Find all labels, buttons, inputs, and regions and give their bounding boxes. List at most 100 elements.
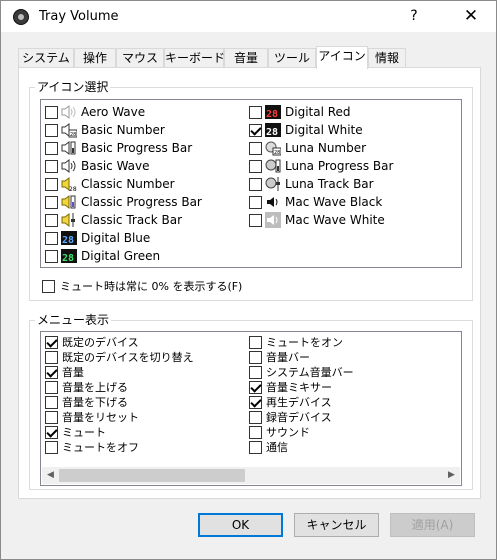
tab-keyboard[interactable]: キーボード: [164, 48, 225, 68]
icon-option-checkbox[interactable]: [45, 159, 58, 173]
menu-option-label: サウンド: [266, 426, 310, 439]
help-button[interactable]: ?: [397, 1, 431, 32]
icon-option-checkbox[interactable]: [45, 177, 58, 191]
icon-option-item[interactable]: Mac Wave Black: [249, 194, 382, 210]
icon-option-item[interactable]: 28 Classic Number: [45, 176, 175, 193]
ok-button[interactable]: OK: [198, 513, 283, 537]
icon-option-item[interactable]: Basic Progress Bar: [45, 140, 192, 156]
svg-text:28: 28: [62, 253, 74, 264]
icon-listbox[interactable]: Aero Wave 28 Basic Number Basic Progress Ba…: [40, 99, 462, 268]
menu-option-item[interactable]: 音量を下げる: [45, 394, 128, 410]
icon-option-checkbox[interactable]: [45, 231, 58, 245]
digital-white-icon: 28: [265, 122, 281, 138]
icon-option-checkbox[interactable]: [45, 249, 58, 263]
icon-option-item[interactable]: 28 Digital White: [249, 122, 363, 138]
menu-option-checkbox[interactable]: [45, 410, 58, 424]
speaker-wave-icon: [61, 158, 77, 174]
tab-icon[interactable]: アイコン: [316, 46, 368, 69]
icon-option-checkbox[interactable]: [249, 213, 262, 227]
classic-track-icon: [61, 212, 77, 228]
menu-option-checkbox[interactable]: [45, 425, 58, 439]
menu-option-item[interactable]: 録音デバイス: [249, 409, 332, 425]
icon-option-checkbox[interactable]: [249, 105, 262, 119]
apply-button[interactable]: 適用(A): [390, 513, 475, 537]
icon-option-checkbox[interactable]: [249, 159, 262, 173]
icon-option-item[interactable]: Luna Progress Bar: [249, 158, 393, 174]
mute-zero-checkbox[interactable]: [42, 279, 55, 293]
digital-red-icon: 28: [265, 104, 281, 120]
menu-option-checkbox[interactable]: [249, 335, 262, 349]
close-button[interactable]: ✕: [446, 1, 496, 32]
menu-option-item[interactable]: 音量ミキサー: [249, 379, 332, 395]
tab-tools[interactable]: ツール: [268, 48, 316, 68]
icon-option-item[interactable]: 28 Digital Red: [249, 104, 351, 120]
icon-tab-panel: アイコン選択 Aero Wave 28 Basic Number Basic Prog…: [18, 67, 481, 499]
icon-option-item[interactable]: Classic Track Bar: [45, 212, 182, 228]
scroll-left-arrow-icon[interactable]: ◀: [42, 467, 59, 484]
menu-option-checkbox[interactable]: [249, 425, 262, 439]
classic-bar-icon: [61, 194, 77, 210]
speaker-number-icon: 28: [61, 122, 78, 138]
icon-option-checkbox[interactable]: [249, 141, 262, 155]
icon-option-checkbox[interactable]: [45, 141, 58, 155]
menu-option-checkbox[interactable]: [249, 380, 262, 394]
icon-option-checkbox[interactable]: [249, 123, 262, 137]
digital-blue-icon: 28: [61, 230, 77, 246]
menu-option-checkbox[interactable]: [45, 440, 58, 454]
cancel-button[interactable]: キャンセル: [294, 513, 379, 537]
menu-option-item[interactable]: 音量: [45, 364, 84, 380]
menu-option-item[interactable]: 既定のデバイスを切り替え: [45, 349, 194, 365]
menu-option-checkbox[interactable]: [45, 350, 58, 364]
menu-listbox[interactable]: 既定のデバイス 既定のデバイスを切り替え 音量 音量を上げる 音量を下げる 音量をリセット…: [40, 331, 462, 486]
menu-option-checkbox[interactable]: [249, 365, 262, 379]
tab-system[interactable]: システム: [18, 48, 74, 68]
menu-option-checkbox[interactable]: [45, 335, 58, 349]
menu-option-checkbox[interactable]: [249, 350, 262, 364]
icon-option-checkbox[interactable]: [45, 105, 58, 119]
icon-option-item[interactable]: Classic Progress Bar: [45, 194, 202, 210]
menu-option-checkbox[interactable]: [249, 440, 262, 454]
icon-option-item[interactable]: Luna Track Bar: [249, 176, 374, 192]
icon-option-item[interactable]: Mac Wave White: [249, 212, 385, 228]
menu-option-item[interactable]: ミュートをオフ: [45, 439, 139, 455]
luna-bar-icon: [265, 158, 281, 174]
tab-mouse[interactable]: マウス: [116, 48, 164, 68]
menu-option-item[interactable]: 音量を上げる: [45, 379, 128, 395]
icon-option-item[interactable]: 28 Digital Blue: [45, 230, 150, 246]
speaker-knob-icon: [13, 9, 29, 25]
icon-option-label: Basic Number: [81, 123, 165, 137]
menu-option-checkbox[interactable]: [249, 395, 262, 409]
menu-option-checkbox[interactable]: [45, 380, 58, 394]
menu-option-item[interactable]: 通信: [249, 439, 288, 455]
scroll-thumb[interactable]: [59, 469, 245, 482]
mute-zero-option[interactable]: ミュート時は常に 0% を表示する(F): [42, 278, 242, 294]
icon-option-checkbox[interactable]: [249, 177, 262, 191]
tab-info[interactable]: 情報: [368, 48, 406, 68]
icon-option-item[interactable]: 28 Basic Number: [45, 122, 165, 138]
icon-option-item[interactable]: 28 Luna Number: [249, 140, 366, 156]
icon-option-checkbox[interactable]: [249, 195, 262, 209]
tab-operation[interactable]: 操作: [74, 48, 116, 68]
horizontal-scrollbar[interactable]: ◀ ▶: [42, 467, 460, 484]
tab-volume[interactable]: 音量: [224, 48, 268, 68]
menu-option-checkbox[interactable]: [249, 410, 262, 424]
icon-option-item[interactable]: Aero Wave: [45, 104, 145, 120]
menu-option-item[interactable]: サウンド: [249, 424, 310, 440]
menu-option-label: システム音量バー: [266, 366, 354, 379]
menu-option-item[interactable]: システム音量バー: [249, 364, 354, 380]
icon-option-checkbox[interactable]: [45, 213, 58, 227]
menu-option-item[interactable]: 再生デバイス: [249, 394, 332, 410]
menu-option-checkbox[interactable]: [45, 365, 58, 379]
menu-option-item[interactable]: 音量バー: [249, 349, 310, 365]
menu-option-label: 音量をリセット: [62, 411, 139, 424]
menu-option-item[interactable]: ミュートをオン: [249, 334, 343, 350]
icon-option-item[interactable]: Basic Wave: [45, 158, 150, 174]
menu-option-checkbox[interactable]: [45, 395, 58, 409]
icon-option-item[interactable]: 28 Digital Green: [45, 248, 160, 264]
scroll-right-arrow-icon[interactable]: ▶: [443, 467, 460, 484]
menu-option-item[interactable]: ミュート: [45, 424, 106, 440]
icon-option-checkbox[interactable]: [45, 195, 58, 209]
menu-option-item[interactable]: 音量をリセット: [45, 409, 139, 425]
icon-option-checkbox[interactable]: [45, 123, 58, 137]
menu-option-item[interactable]: 既定のデバイス: [45, 334, 139, 350]
